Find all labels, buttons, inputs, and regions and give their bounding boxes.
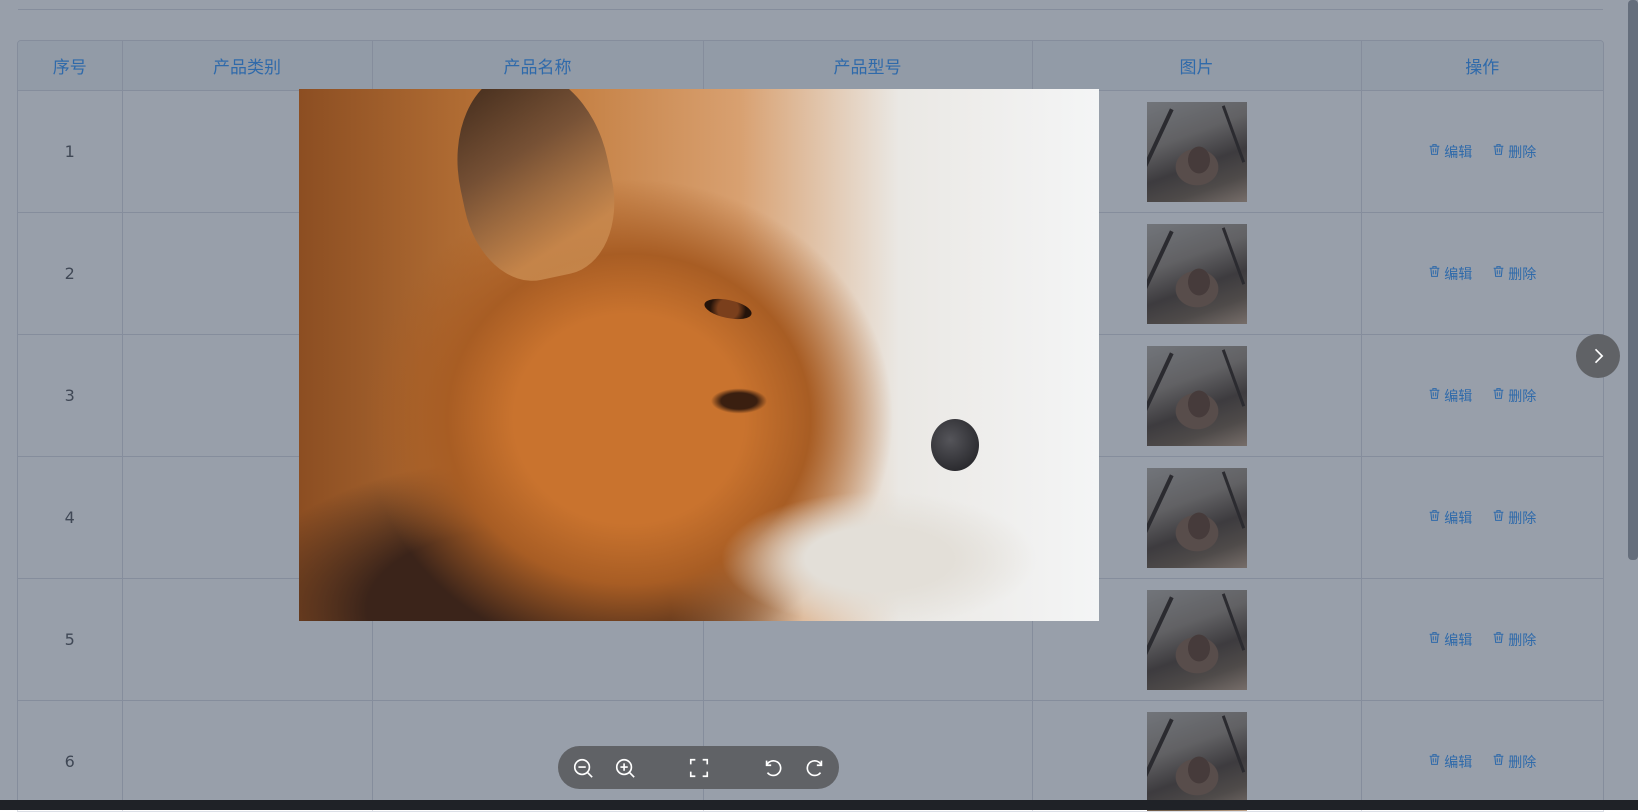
preview-image-detail: [703, 295, 754, 323]
chevron-right-icon: [1588, 346, 1608, 366]
fullscreen-button[interactable]: [687, 756, 711, 780]
viewer-toolbar: [558, 746, 839, 789]
preview-image-detail: [439, 89, 629, 292]
rotate-right-button[interactable]: [803, 756, 827, 780]
preview-image: [299, 89, 1099, 621]
zoom-in-icon: [614, 757, 636, 779]
zoom-out-icon: [572, 757, 594, 779]
rotate-left-icon: [762, 757, 784, 779]
zoom-in-button[interactable]: [613, 756, 637, 780]
rotate-right-icon: [804, 757, 826, 779]
bottom-edge: [0, 800, 1638, 810]
zoom-out-button[interactable]: [571, 756, 595, 780]
next-image-button[interactable]: [1576, 334, 1620, 378]
fullscreen-icon: [688, 757, 710, 779]
vertical-scrollbar[interactable]: [1628, 0, 1638, 560]
preview-image-detail: [931, 419, 979, 471]
page: 序号 产品类别 产品名称 产品型号 图片 操作 1编辑删除2编辑删除3编辑删除4…: [0, 0, 1638, 810]
rotate-left-button[interactable]: [761, 756, 785, 780]
